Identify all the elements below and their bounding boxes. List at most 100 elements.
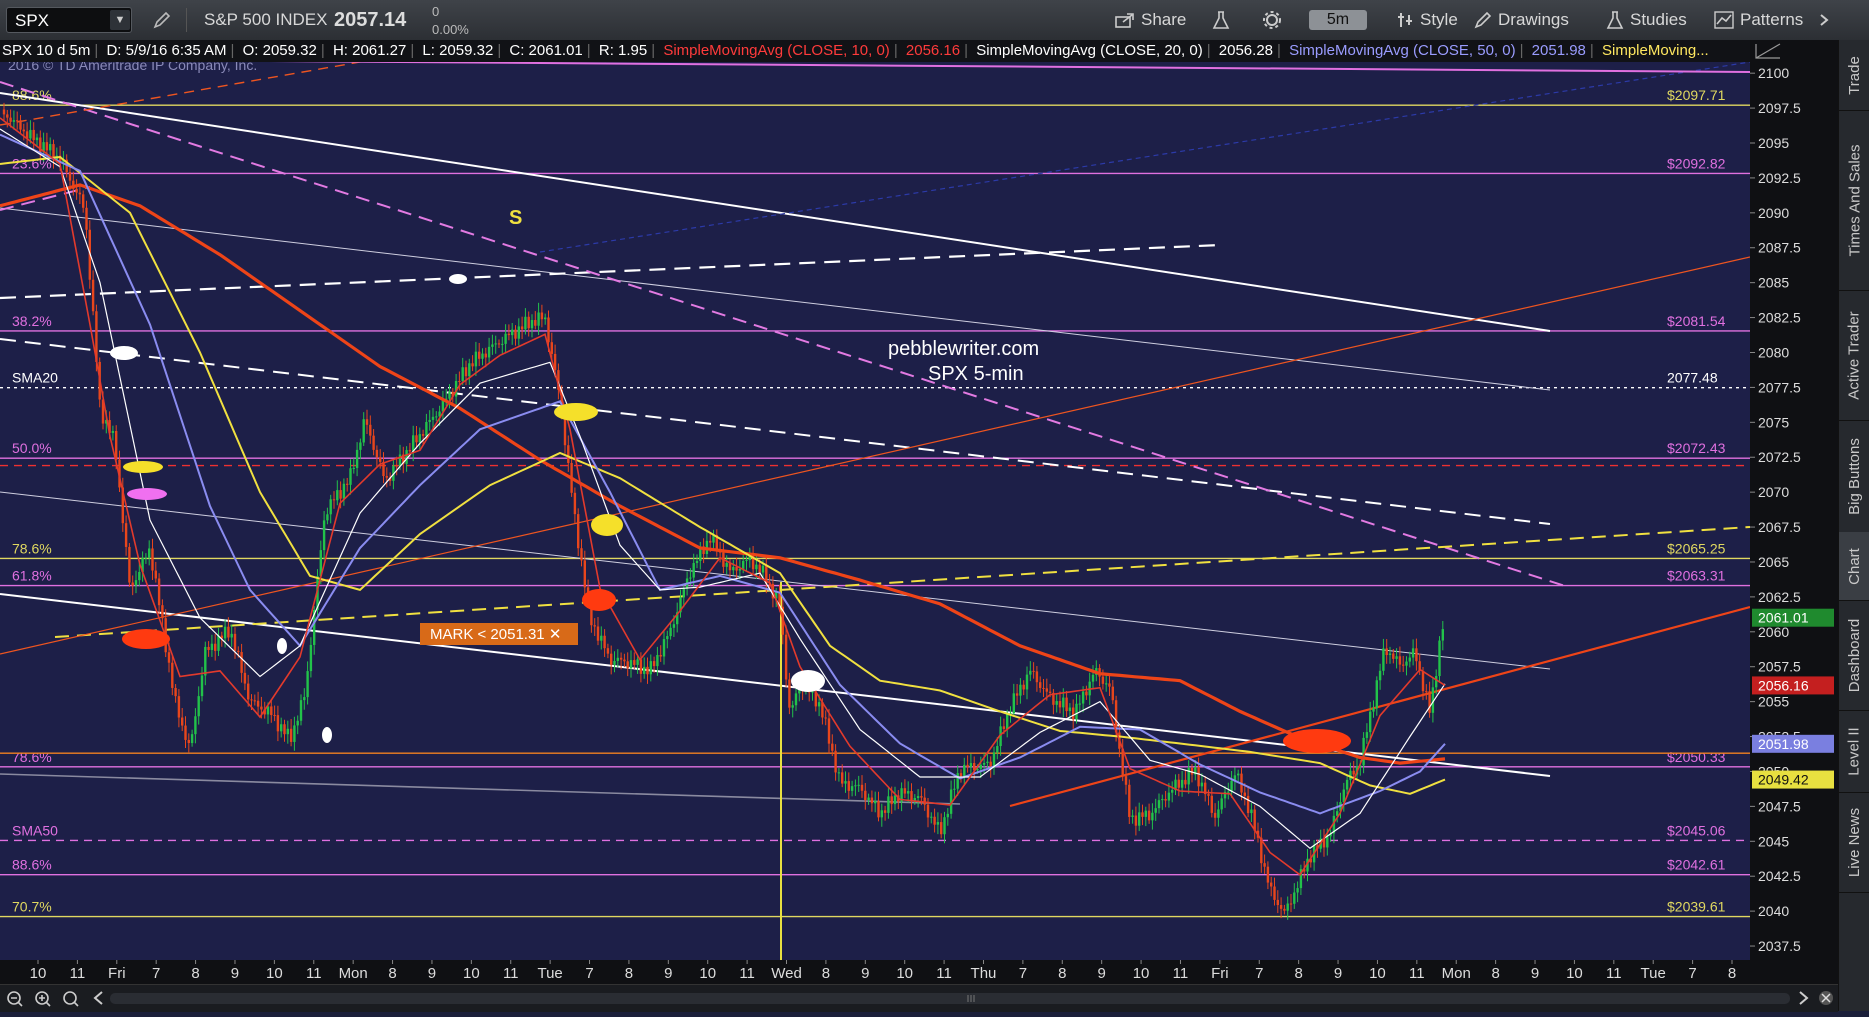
sidebar-tab-active-trader[interactable]: Active Trader	[1839, 290, 1869, 421]
trendline-bottom-gray	[0, 773, 961, 805]
timeframe-button[interactable]: 5m	[1309, 10, 1367, 30]
zoom-reset-icon[interactable]	[63, 991, 79, 1007]
candle-body-78	[260, 706, 263, 710]
fit-screen-icon[interactable]	[1819, 991, 1833, 1005]
sidebar-tab-chart[interactable]: Chart	[1839, 532, 1869, 601]
candle-body-146	[484, 353, 487, 358]
sma10-line[interactable]	[0, 117, 1446, 876]
horizontal-scrollbar[interactable]	[110, 993, 1790, 1004]
mark-price-tag[interactable]: MARK < 2051.31 ✕	[420, 623, 578, 645]
share-icon	[1115, 13, 1134, 28]
price-axis[interactable]: 2100 2097.5 2095 2092.5 2090 2087.5 2085 2082.5…	[1750, 40, 1838, 960]
candle-body-186	[616, 657, 619, 661]
marker-red-1[interactable]	[582, 589, 616, 611]
zoom-in-icon[interactable]	[35, 991, 51, 1007]
sidebar-tab-level-ii[interactable]: Level II	[1839, 710, 1869, 793]
candle-body-175	[580, 548, 583, 561]
trendline-pink-dashed[interactable]	[0, 81, 1566, 587]
zoom-out-icon[interactable]	[7, 991, 23, 1007]
sma200-line[interactable]	[0, 183, 1446, 765]
info-high: H: 2061.27	[332, 42, 407, 59]
marker-white-3[interactable]	[277, 638, 287, 654]
time-tick-label-38: 9	[1531, 965, 1539, 982]
sidebar-tab-live-news[interactable]: Live News	[1839, 792, 1869, 893]
marker-white-5[interactable]	[322, 727, 332, 743]
candle-body-425	[1405, 661, 1408, 666]
candle-body-9	[32, 129, 35, 141]
marker-pink[interactable]	[127, 488, 167, 500]
level-right-label-8: $2050.33	[1667, 749, 1726, 765]
sma20-line[interactable]	[0, 128, 1446, 850]
marker-white-4[interactable]	[791, 670, 825, 692]
marker-white-2[interactable]	[110, 346, 138, 360]
sidebar-tab-dashboard[interactable]: Dashboard	[1839, 600, 1869, 711]
sma50-line[interactable]	[0, 133, 1446, 815]
marker-red-2[interactable]	[122, 629, 170, 649]
sma10-label: SimpleMovingAvg (CLOSE, 10, 0)	[663, 42, 890, 59]
marker-red-3[interactable]	[1283, 729, 1351, 753]
candle-body-388	[1283, 908, 1286, 911]
marker-yellow-1[interactable]	[554, 403, 598, 421]
candle-body-387	[1279, 905, 1283, 909]
candle-body-309	[1022, 684, 1025, 690]
candle-body-344	[1138, 812, 1141, 826]
trendline-orange-bottom[interactable]	[1009, 605, 1751, 808]
candle-body-333	[1101, 676, 1105, 684]
candle-body-312	[1032, 670, 1035, 672]
candle-body-258	[854, 785, 857, 787]
candle-body-223	[738, 568, 742, 571]
pencil-icon[interactable]	[152, 0, 178, 40]
style-button[interactable]: Style	[1396, 0, 1458, 40]
s-label: S	[509, 207, 522, 229]
price-tick-label-11: 2072.5	[1758, 449, 1801, 465]
candle-body-13	[45, 142, 49, 151]
candle-body-45	[151, 548, 154, 571]
scroll-left-icon[interactable]	[93, 991, 103, 1005]
candle-body-322	[1065, 697, 1068, 712]
candle-body-194	[643, 666, 646, 674]
candle-body-293	[969, 763, 973, 768]
candle-body-75	[250, 699, 253, 701]
candle-body-109	[362, 419, 365, 443]
trendline-dashed-white-a[interactable]	[0, 243, 1221, 300]
time-axis[interactable]: 10 11 Fri 7 8 9 10 11 Mon 8 9 10 11 Tue 7 8 9 10 11 Wed 8 9 10…	[0, 960, 1838, 984]
marker-white-1[interactable]	[449, 274, 467, 284]
candle-body-330	[1091, 674, 1095, 682]
candle-body-100	[332, 499, 336, 501]
flask-icon[interactable]	[1212, 0, 1236, 40]
candle-body-140	[464, 367, 468, 377]
time-tick-label-17: 10	[699, 965, 716, 982]
candle-body-259	[857, 784, 860, 786]
trendline-upper-white[interactable]	[0, 92, 1551, 332]
chart-plot-area[interactable]: 88.6% $2097.71 23.6% $2092.82 38.2% $2081.54 S…	[0, 47, 1751, 960]
sma20-label: SimpleMovingAvg (CLOSE, 20, 0)	[976, 42, 1203, 59]
symbol-dropdown-button[interactable]: ▼	[110, 10, 130, 30]
time-tick-label-1: 11	[70, 965, 86, 982]
watermark-line2: SPX 5-min	[928, 363, 1024, 385]
candle-body-53	[177, 696, 181, 718]
candle-body-346	[1144, 810, 1147, 817]
candle-body-171	[567, 445, 570, 463]
more-chevron-icon[interactable]	[1818, 0, 1836, 40]
patterns-button[interactable]: Patterns	[1714, 0, 1803, 40]
candle-body-82	[273, 715, 276, 717]
scroll-right-icon[interactable]	[1799, 991, 1809, 1005]
marker-yellow-3[interactable]	[591, 514, 623, 536]
trendline-dashed-white-b[interactable]	[0, 338, 1551, 525]
price-tick-label-15: 2062.5	[1758, 589, 1801, 605]
candle-body-90	[299, 700, 303, 721]
drawings-button[interactable]: Drawings	[1474, 0, 1569, 40]
level-left-label-3: SMA20	[12, 370, 58, 386]
sidebar-tab-times-and-sales[interactable]: Times And Sales	[1839, 110, 1869, 291]
candle-body-427	[1411, 648, 1415, 658]
candle-body-208	[689, 577, 692, 579]
candle-body-303	[1002, 726, 1006, 729]
crosshair-icon[interactable]	[1751, 40, 1785, 62]
gear-icon[interactable]	[1262, 0, 1288, 40]
sidebar-tab-big-buttons[interactable]: Big Buttons	[1839, 420, 1869, 533]
sidebar-tab-trade[interactable]: Trade	[1839, 40, 1869, 111]
studies-button[interactable]: Studies	[1606, 0, 1687, 40]
candle-body-183	[606, 648, 610, 654]
marker-yellow-2[interactable]	[123, 461, 163, 473]
share-button[interactable]: Share	[1115, 0, 1186, 40]
